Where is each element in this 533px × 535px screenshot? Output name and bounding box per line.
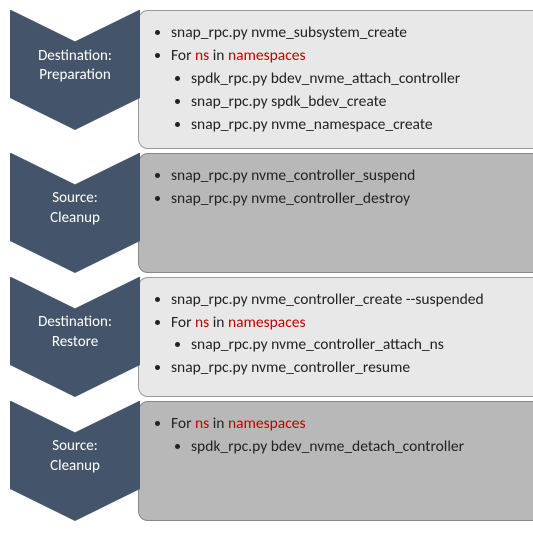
step-label: Source:Cleanup (10, 145, 140, 273)
chevron-down-icon: Source:Cleanup (10, 153, 140, 273)
list-item: For ns in namespacesspdk_rpc.py bdev_nvm… (171, 414, 528, 458)
list-item: snap_rpc.py nvme_controller_resume (171, 358, 528, 379)
list-item: For ns in namespacessnap_rpc.py nvme_con… (171, 313, 528, 357)
process-step: Destination:Restore snap_rpc.py nvme_cont… (10, 277, 533, 397)
step-detail-box: snap_rpc.py nvme_controller_create --sus… (138, 277, 533, 397)
list-item: spdk_rpc.py bdev_nvme_detach_controller (191, 437, 528, 458)
step-detail-box: For ns in namespacesspdk_rpc.py bdev_nvm… (138, 401, 533, 521)
step-detail-box: snap_rpc.py nvme_controller_suspendsnap_… (138, 153, 533, 273)
list-item: spdk_rpc.py bdev_nvme_attach_controller (191, 69, 528, 90)
list-item: snap_rpc.py nvme_controller_create --sus… (171, 290, 528, 311)
chevron-down-icon: Destination:Restore (10, 277, 140, 397)
process-step: Source:Cleanupsnap_rpc.py nvme_controlle… (10, 153, 533, 273)
list-item: snap_rpc.py nvme_namespace_create (191, 115, 528, 136)
process-step: Destination:Preparationsnap_rpc.py nvme_… (10, 10, 533, 149)
process-step: Source:Cleanup For ns in namespacesspdk_r… (10, 401, 533, 521)
step-label: Destination:Restore (10, 269, 140, 397)
list-item: snap_rpc.py nvme_controller_attach_ns (191, 335, 528, 356)
list-item: snap_rpc.py spdk_bdev_create (191, 92, 528, 113)
list-item: For ns in namespacesspdk_rpc.py bdev_nvm… (171, 46, 528, 136)
list-item: snap_rpc.py nvme_subsystem_create (171, 23, 528, 44)
list-item: snap_rpc.py nvme_controller_destroy (171, 189, 528, 210)
step-detail-box: snap_rpc.py nvme_subsystem_createFor ns … (138, 10, 533, 149)
chevron-down-icon: Destination:Preparation (10, 10, 140, 130)
step-label: Destination:Preparation (10, 2, 140, 130)
step-label: Source:Cleanup (10, 393, 140, 521)
list-item: snap_rpc.py nvme_controller_suspend (171, 166, 528, 187)
chevron-down-icon: Source:Cleanup (10, 401, 140, 521)
